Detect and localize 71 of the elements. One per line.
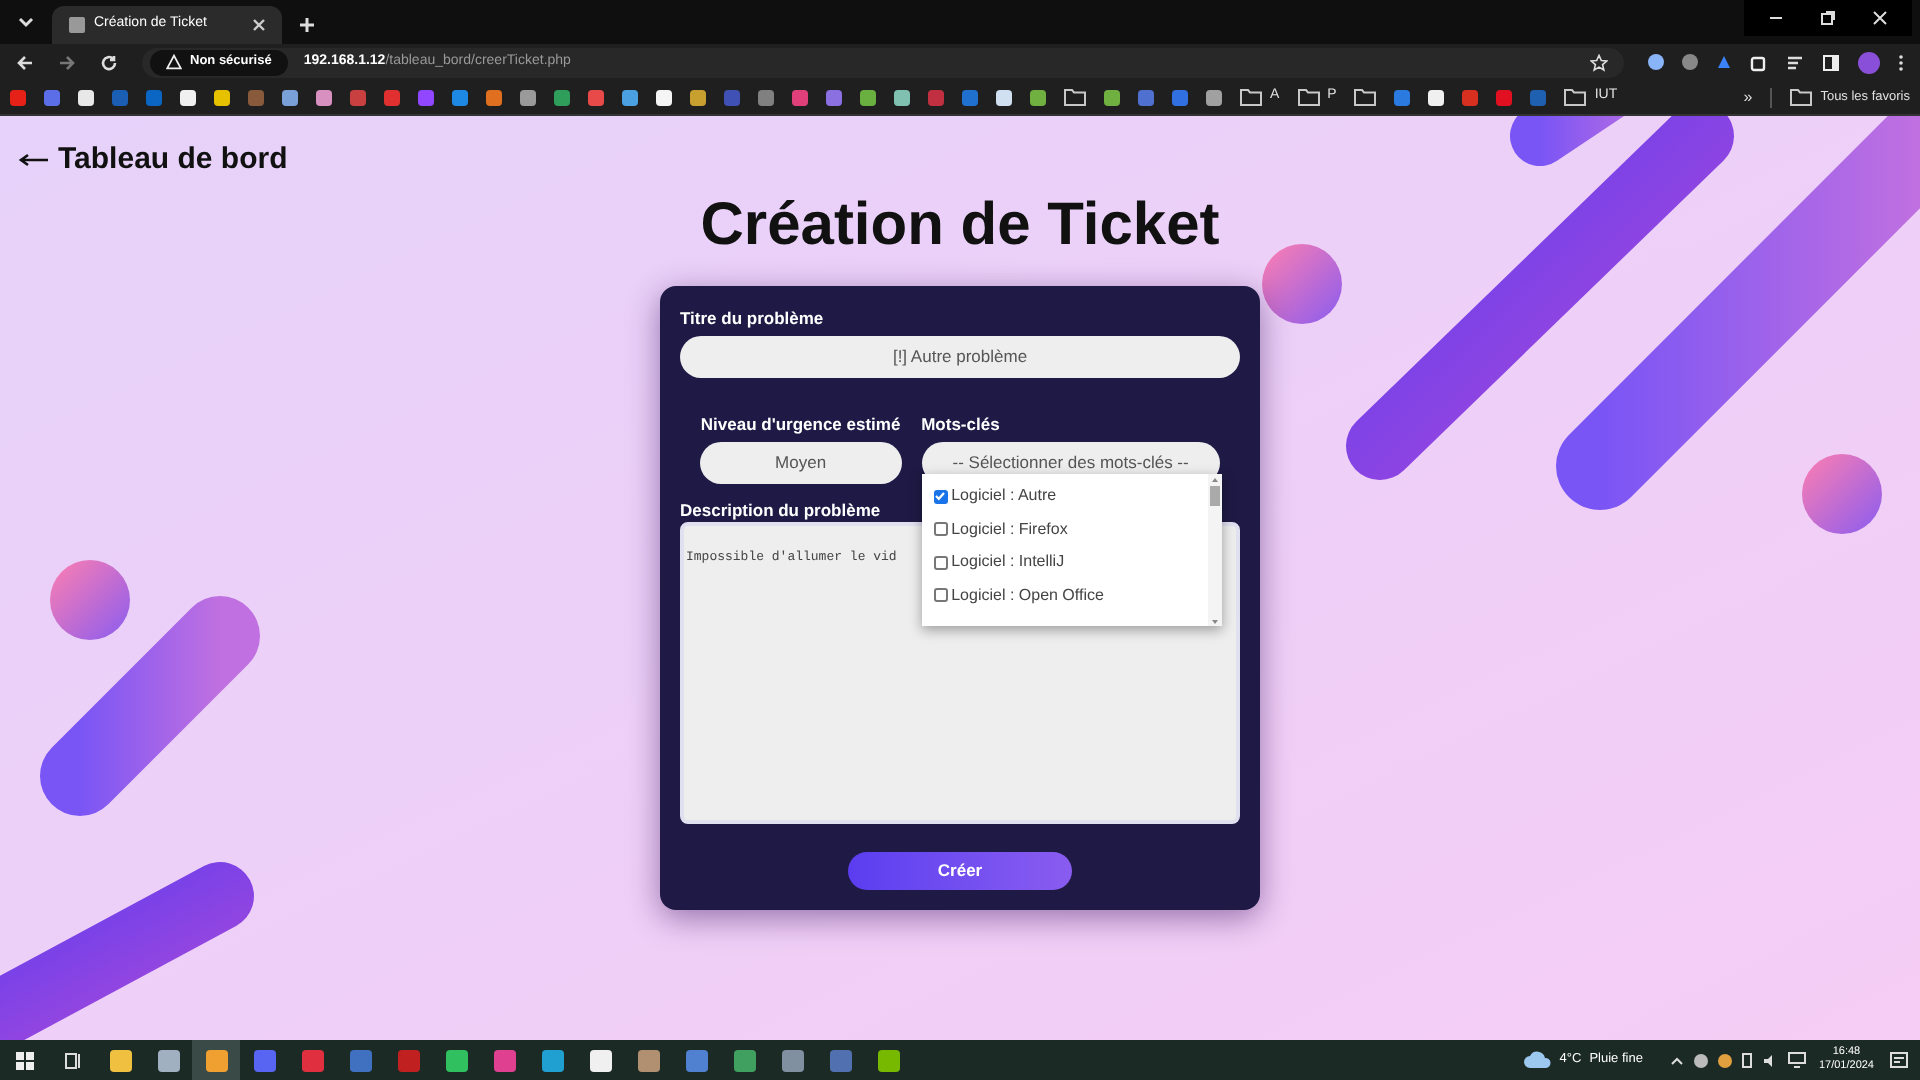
- forward-icon[interactable]: [58, 53, 76, 71]
- arrow-left-icon: [18, 152, 50, 169]
- folder-icon: [1240, 88, 1262, 106]
- triangle-icon[interactable]: [1716, 54, 1732, 70]
- bookmark-icon[interactable]: [1206, 89, 1222, 105]
- task-view-icon[interactable]: [63, 1051, 81, 1069]
- side-panel-icon[interactable]: [1822, 53, 1840, 71]
- menu-icon[interactable]: [1898, 53, 1904, 71]
- folder-icon: [1564, 88, 1587, 106]
- monitor-icon[interactable]: [1788, 1052, 1807, 1068]
- keyword-option[interactable]: Logiciel : IntelliJ: [933, 549, 1208, 575]
- field-label: Niveau d'urgence estimé: [700, 411, 901, 437]
- bookmark-icon[interactable]: [78, 89, 94, 105]
- check-icon: [934, 490, 947, 502]
- chevron-down-icon[interactable]: [16, 12, 36, 32]
- reload-icon[interactable]: [100, 53, 118, 71]
- notification-icon[interactable]: [1890, 1051, 1908, 1069]
- cloud-icon: [1523, 1050, 1552, 1070]
- chevron-up-icon[interactable]: [1670, 1055, 1685, 1065]
- folder-icon: [1064, 88, 1086, 106]
- bookmark-icon[interactable]: [1428, 89, 1445, 105]
- restore-icon[interactable]: [1820, 10, 1836, 26]
- bookmark-icon[interactable]: [1104, 89, 1120, 105]
- media-icon[interactable]: [1786, 53, 1804, 71]
- plus-icon[interactable]: [298, 16, 316, 34]
- bookmark-folder[interactable]: [1354, 88, 1377, 106]
- keyword-option[interactable]: Logiciel : Autre: [933, 483, 1208, 509]
- close-icon[interactable]: [1872, 10, 1888, 26]
- field-label: Description du problème: [680, 497, 883, 523]
- folder-icon: [1354, 88, 1377, 106]
- windows-icon[interactable]: [15, 1051, 33, 1069]
- battery-icon[interactable]: [1742, 1052, 1753, 1068]
- checkbox[interactable]: [933, 588, 948, 602]
- overflow-button[interactable]: »: [1743, 85, 1753, 109]
- bookmark-icon[interactable]: [214, 89, 230, 105]
- scroll-down-icon[interactable]: [1209, 617, 1220, 626]
- bookmark-icon[interactable]: [520, 89, 536, 105]
- page-title: Création de Ticket: [700, 189, 1220, 261]
- extension-icon[interactable]: [1648, 54, 1664, 70]
- bookmark-icon[interactable]: [622, 89, 638, 105]
- warning-icon: [166, 54, 182, 70]
- field-label: Mots-clés: [921, 411, 1002, 437]
- profile-avatar[interactable]: [1858, 51, 1880, 73]
- bookmark-icon[interactable]: [996, 89, 1012, 105]
- bookmark-icon[interactable]: [1030, 89, 1046, 105]
- bookmark-icon[interactable]: [894, 89, 910, 105]
- extension-icon[interactable]: [1682, 54, 1698, 70]
- back-icon[interactable]: [16, 53, 34, 71]
- title-field[interactable]: [!] Autre problème: [680, 335, 1240, 378]
- scrollbar-thumb[interactable]: [1209, 485, 1220, 506]
- star-icon[interactable]: [1590, 53, 1608, 71]
- bookmark-icon[interactable]: [860, 89, 876, 105]
- folder-icon: [1297, 88, 1320, 106]
- keyword-option[interactable]: Logiciel : Open Office: [933, 582, 1208, 608]
- puzzle-icon[interactable]: [1750, 53, 1768, 71]
- checkbox[interactable]: [933, 522, 948, 536]
- folder-icon: [1790, 88, 1813, 106]
- field-label: Titre du problème: [680, 306, 826, 332]
- urgency-select[interactable]: Moyen: [700, 441, 902, 483]
- page-icon: [68, 16, 86, 34]
- bookmark-icon[interactable]: [656, 89, 672, 105]
- bookmark-icon[interactable]: [316, 89, 332, 105]
- close-icon[interactable]: [252, 18, 266, 32]
- back-link[interactable]: Tableau de bord: [18, 138, 288, 183]
- bookmark-folder[interactable]: [1064, 88, 1086, 106]
- bookmark-icon[interactable]: [690, 89, 706, 105]
- checkbox[interactable]: [933, 555, 948, 569]
- bookmark-icon[interactable]: [180, 89, 196, 105]
- create-button[interactable]: Créer: [848, 852, 1072, 891]
- bookmark-icon[interactable]: [282, 89, 298, 105]
- keyword-option[interactable]: Logiciel : Firefox: [933, 516, 1208, 542]
